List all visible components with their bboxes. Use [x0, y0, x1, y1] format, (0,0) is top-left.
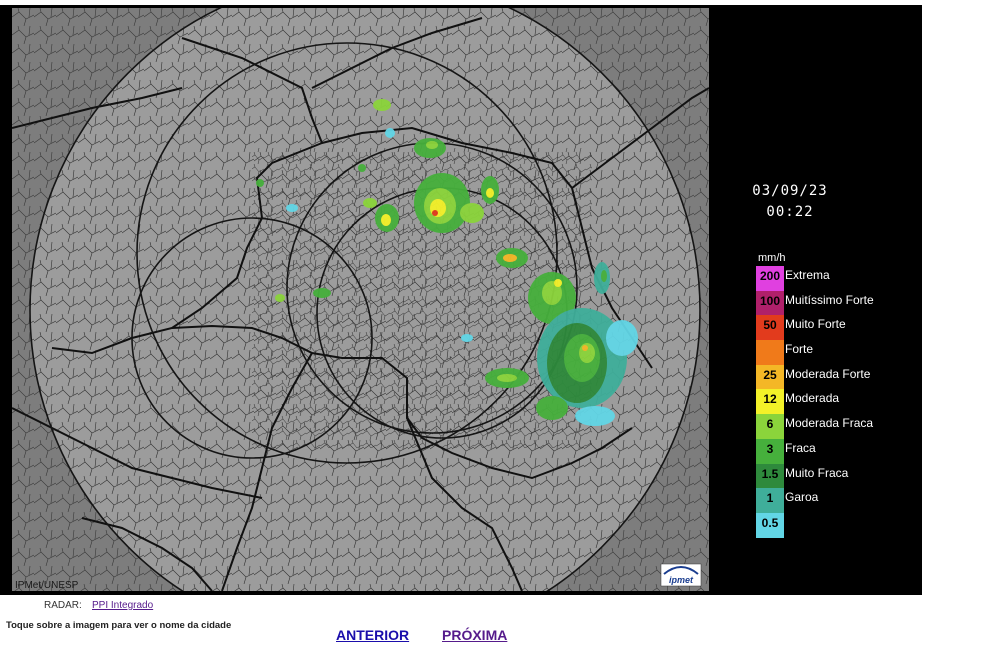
legend-swatch: 100: [756, 290, 784, 316]
legend-value: 200: [759, 269, 781, 283]
legend-swatch: 12: [756, 389, 784, 415]
legend-swatch: 3: [756, 438, 784, 464]
legend-label: Forte: [785, 342, 814, 357]
legend-label: Garoa: [785, 490, 819, 505]
legend-value: 1: [766, 491, 774, 506]
timestamp-date: 03/09/23: [752, 183, 828, 199]
legend-swatch: 6: [756, 414, 784, 439]
legend-label: Muitíssimo Forte: [785, 292, 874, 307]
legend-value: 0.5: [761, 515, 779, 530]
legend-value: 6: [766, 417, 774, 432]
legend-value: 3: [766, 441, 774, 456]
legend-label: Extrema: [785, 268, 830, 282]
legend-label: Moderada Fraca: [785, 416, 874, 431]
legend-swatch: 50: [756, 315, 784, 341]
legend-label: Muito Fraca: [785, 465, 849, 480]
legend-swatch: 200: [756, 266, 784, 291]
legend-value: 1.5: [761, 466, 779, 481]
radar-panel: IPMet/UNESP ipmet 03/09/23 00:22 mm/h 20…: [0, 5, 922, 595]
radar-label: RADAR:: [44, 600, 82, 611]
legend-value: 50: [763, 318, 777, 333]
legend-swatch: 0.5: [756, 512, 784, 538]
legend-label: Muito Forte: [785, 317, 846, 332]
legend-swatch: [756, 340, 784, 365]
svg-text:ipmet: ipmet: [669, 575, 694, 585]
radar-credit: IPMet/UNESP: [15, 580, 79, 591]
hint-text: Toque sobre a imagem para ver o nome da …: [6, 620, 232, 631]
legend-label: Fraca: [785, 440, 816, 455]
ipmet-logo: ipmet: [660, 563, 702, 587]
radar-ppi-link[interactable]: PPI Integrado: [92, 600, 153, 611]
timestamp-time: 00:22: [766, 204, 814, 220]
legend-swatch: 1.5: [756, 463, 784, 489]
legend-unit: mm/h: [758, 252, 786, 264]
legend-value: 12: [763, 392, 777, 407]
legend-swatch: 25: [756, 364, 784, 390]
radar-map-image[interactable]: IPMet/UNESP ipmet: [12, 8, 709, 591]
next-link[interactable]: PRÓXIMA: [442, 627, 507, 643]
legend-value: 100: [759, 293, 781, 308]
legend-swatch: 1: [756, 488, 784, 513]
legend-label: Moderada Forte: [785, 366, 871, 381]
legend-value: 25: [763, 367, 777, 382]
previous-link[interactable]: ANTERIOR: [336, 627, 409, 643]
legend-label: Moderada: [785, 391, 840, 406]
